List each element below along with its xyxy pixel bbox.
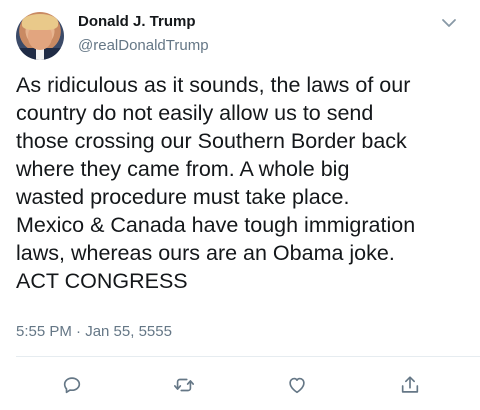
tweet-text: As ridiculous as it sounds, the laws of …	[16, 71, 472, 295]
author-handle[interactable]: @realDonaldTrump	[78, 37, 209, 54]
tweet-card: Donald J. Trump @realDonaldTrump As ridi…	[0, 0, 480, 410]
author-name[interactable]: Donald J. Trump	[78, 13, 196, 30]
avatar-hair	[22, 14, 58, 30]
chevron-down-icon[interactable]	[440, 16, 458, 30]
tweet-text-line: country do not easily allow us to send	[16, 101, 374, 125]
tweet-text-line: Mexico & Canada have tough immigration	[16, 213, 416, 237]
heart-icon[interactable]	[285, 373, 309, 397]
tweet-text-line: laws, whereas ours are an Obama joke.	[16, 241, 395, 265]
tweet-text-line: ACT CONGRESS	[16, 269, 188, 293]
tweet-text-line: those crossing our Southern Border back	[16, 129, 407, 153]
retweet-icon[interactable]	[172, 373, 196, 397]
tweet-text-line: wasted procedure must take place.	[16, 185, 350, 209]
tweet-text-line: where they came from. A whole big	[16, 157, 350, 181]
tweet-text-line: As ridiculous as it sounds, the laws of …	[16, 73, 411, 97]
share-icon[interactable]	[398, 373, 422, 397]
tweet-timestamp[interactable]: 5:55 PM · Jan 55, 5555	[16, 323, 172, 340]
reply-icon[interactable]	[60, 373, 84, 397]
avatar[interactable]	[16, 12, 64, 60]
divider	[16, 356, 480, 357]
